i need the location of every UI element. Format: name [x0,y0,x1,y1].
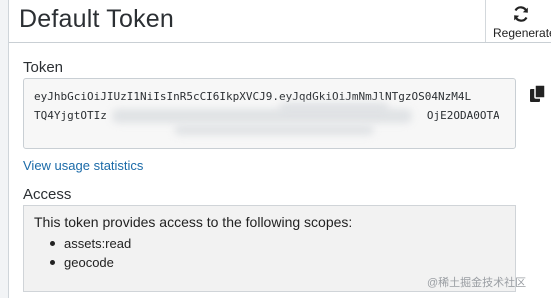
redaction-blur [279,103,389,113]
scope-list: assets:read geocode [34,234,131,272]
regenerate-label: Regenerate [493,26,551,40]
redaction-blur [174,125,374,135]
access-label: Access [23,186,72,203]
scope-item: assets:read [34,234,131,253]
access-description: This token provides access to the follow… [34,214,353,230]
page-title: Default Token [19,5,175,33]
watermark: @稀土掘金技术社区 [427,277,527,289]
token-field[interactable]: eyJhbGciOiJIUzI1NiIsInR5cCI6IkpXVCJ9.eyJ… [23,78,516,149]
scope-item: geocode [34,253,131,272]
token-label: Token [23,59,64,76]
regenerate-button[interactable]: Regenerate [485,0,551,42]
copy-icon [530,84,546,102]
copy-token-button[interactable] [529,84,547,104]
token-line-2-end: OjE2ODA0OTA [426,109,499,122]
header-bar: Default Token Regenerate [9,0,551,43]
token-panel: Default Token Regenerate Token eyJhbGciO… [8,0,551,298]
refresh-icon [514,6,528,22]
token-line-1: eyJhbGciOiJIUzI1NiIsInR5cCI6IkpXVCJ9.eyJ… [34,90,472,103]
token-line-2: TQ4YjgtOTIz [34,109,107,122]
view-usage-statistics-link[interactable]: View usage statistics [23,158,143,173]
